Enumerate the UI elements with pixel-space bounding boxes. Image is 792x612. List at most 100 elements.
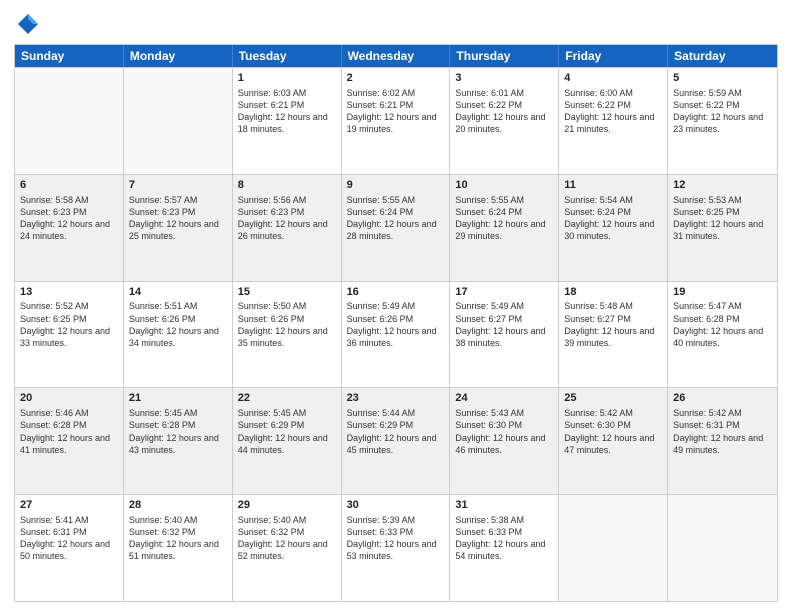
day-header-wednesday: Wednesday (342, 45, 451, 67)
cell-day-number: 29 (238, 498, 336, 513)
cell-info: Sunrise: 5:54 AM Sunset: 6:24 PM Dayligh… (564, 194, 662, 243)
calendar-cell: 14Sunrise: 5:51 AM Sunset: 6:26 PM Dayli… (124, 282, 233, 388)
cell-day-number: 5 (673, 71, 772, 86)
day-header-sunday: Sunday (15, 45, 124, 67)
calendar-cell: 26Sunrise: 5:42 AM Sunset: 6:31 PM Dayli… (668, 388, 777, 494)
calendar-cell: 9Sunrise: 5:55 AM Sunset: 6:24 PM Daylig… (342, 175, 451, 281)
page-header (14, 10, 778, 38)
cell-info: Sunrise: 5:57 AM Sunset: 6:23 PM Dayligh… (129, 194, 227, 243)
cell-day-number: 14 (129, 285, 227, 300)
calendar-cell (15, 68, 124, 174)
cell-day-number: 25 (564, 391, 662, 406)
cell-info: Sunrise: 6:01 AM Sunset: 6:22 PM Dayligh… (455, 87, 553, 136)
cell-info: Sunrise: 5:42 AM Sunset: 6:31 PM Dayligh… (673, 407, 772, 456)
cell-info: Sunrise: 5:46 AM Sunset: 6:28 PM Dayligh… (20, 407, 118, 456)
calendar-week-4: 20Sunrise: 5:46 AM Sunset: 6:28 PM Dayli… (15, 387, 777, 494)
calendar-week-2: 6Sunrise: 5:58 AM Sunset: 6:23 PM Daylig… (15, 174, 777, 281)
logo (14, 10, 46, 38)
calendar-cell: 3Sunrise: 6:01 AM Sunset: 6:22 PM Daylig… (450, 68, 559, 174)
cell-info: Sunrise: 6:00 AM Sunset: 6:22 PM Dayligh… (564, 87, 662, 136)
cell-info: Sunrise: 5:52 AM Sunset: 6:25 PM Dayligh… (20, 300, 118, 349)
calendar-cell: 12Sunrise: 5:53 AM Sunset: 6:25 PM Dayli… (668, 175, 777, 281)
cell-day-number: 9 (347, 178, 445, 193)
calendar-cell: 29Sunrise: 5:40 AM Sunset: 6:32 PM Dayli… (233, 495, 342, 601)
cell-info: Sunrise: 5:43 AM Sunset: 6:30 PM Dayligh… (455, 407, 553, 456)
calendar-week-5: 27Sunrise: 5:41 AM Sunset: 6:31 PM Dayli… (15, 494, 777, 601)
calendar-cell: 21Sunrise: 5:45 AM Sunset: 6:28 PM Dayli… (124, 388, 233, 494)
calendar-cell: 7Sunrise: 5:57 AM Sunset: 6:23 PM Daylig… (124, 175, 233, 281)
cell-info: Sunrise: 5:40 AM Sunset: 6:32 PM Dayligh… (238, 514, 336, 563)
cell-info: Sunrise: 5:40 AM Sunset: 6:32 PM Dayligh… (129, 514, 227, 563)
cell-info: Sunrise: 5:51 AM Sunset: 6:26 PM Dayligh… (129, 300, 227, 349)
cell-info: Sunrise: 5:58 AM Sunset: 6:23 PM Dayligh… (20, 194, 118, 243)
calendar-cell: 19Sunrise: 5:47 AM Sunset: 6:28 PM Dayli… (668, 282, 777, 388)
day-header-saturday: Saturday (668, 45, 777, 67)
cell-day-number: 19 (673, 285, 772, 300)
cell-info: Sunrise: 5:50 AM Sunset: 6:26 PM Dayligh… (238, 300, 336, 349)
calendar-cell: 25Sunrise: 5:42 AM Sunset: 6:30 PM Dayli… (559, 388, 668, 494)
day-header-friday: Friday (559, 45, 668, 67)
cell-info: Sunrise: 5:55 AM Sunset: 6:24 PM Dayligh… (455, 194, 553, 243)
cell-info: Sunrise: 5:45 AM Sunset: 6:29 PM Dayligh… (238, 407, 336, 456)
cell-info: Sunrise: 5:56 AM Sunset: 6:23 PM Dayligh… (238, 194, 336, 243)
calendar-cell: 20Sunrise: 5:46 AM Sunset: 6:28 PM Dayli… (15, 388, 124, 494)
calendar-cell: 13Sunrise: 5:52 AM Sunset: 6:25 PM Dayli… (15, 282, 124, 388)
calendar-cell: 4Sunrise: 6:00 AM Sunset: 6:22 PM Daylig… (559, 68, 668, 174)
day-header-tuesday: Tuesday (233, 45, 342, 67)
calendar-cell: 11Sunrise: 5:54 AM Sunset: 6:24 PM Dayli… (559, 175, 668, 281)
cell-info: Sunrise: 5:53 AM Sunset: 6:25 PM Dayligh… (673, 194, 772, 243)
cell-day-number: 20 (20, 391, 118, 406)
calendar-cell: 27Sunrise: 5:41 AM Sunset: 6:31 PM Dayli… (15, 495, 124, 601)
cell-day-number: 28 (129, 498, 227, 513)
cell-info: Sunrise: 5:42 AM Sunset: 6:30 PM Dayligh… (564, 407, 662, 456)
cell-day-number: 23 (347, 391, 445, 406)
calendar-cell: 31Sunrise: 5:38 AM Sunset: 6:33 PM Dayli… (450, 495, 559, 601)
day-header-monday: Monday (124, 45, 233, 67)
calendar-cell: 24Sunrise: 5:43 AM Sunset: 6:30 PM Dayli… (450, 388, 559, 494)
cell-day-number: 18 (564, 285, 662, 300)
calendar-cell: 8Sunrise: 5:56 AM Sunset: 6:23 PM Daylig… (233, 175, 342, 281)
cell-day-number: 13 (20, 285, 118, 300)
calendar-cell: 1Sunrise: 6:03 AM Sunset: 6:21 PM Daylig… (233, 68, 342, 174)
cell-info: Sunrise: 5:55 AM Sunset: 6:24 PM Dayligh… (347, 194, 445, 243)
calendar-header-row: SundayMondayTuesdayWednesdayThursdayFrid… (15, 45, 777, 67)
cell-info: Sunrise: 5:38 AM Sunset: 6:33 PM Dayligh… (455, 514, 553, 563)
calendar-cell (668, 495, 777, 601)
cell-info: Sunrise: 5:45 AM Sunset: 6:28 PM Dayligh… (129, 407, 227, 456)
cell-day-number: 3 (455, 71, 553, 86)
cell-day-number: 16 (347, 285, 445, 300)
calendar-cell: 30Sunrise: 5:39 AM Sunset: 6:33 PM Dayli… (342, 495, 451, 601)
calendar-cell: 6Sunrise: 5:58 AM Sunset: 6:23 PM Daylig… (15, 175, 124, 281)
cell-info: Sunrise: 5:48 AM Sunset: 6:27 PM Dayligh… (564, 300, 662, 349)
cell-info: Sunrise: 5:41 AM Sunset: 6:31 PM Dayligh… (20, 514, 118, 563)
calendar-cell: 22Sunrise: 5:45 AM Sunset: 6:29 PM Dayli… (233, 388, 342, 494)
cell-day-number: 15 (238, 285, 336, 300)
calendar-cell (124, 68, 233, 174)
cell-info: Sunrise: 5:44 AM Sunset: 6:29 PM Dayligh… (347, 407, 445, 456)
cell-day-number: 11 (564, 178, 662, 193)
calendar-week-1: 1Sunrise: 6:03 AM Sunset: 6:21 PM Daylig… (15, 67, 777, 174)
calendar-cell: 10Sunrise: 5:55 AM Sunset: 6:24 PM Dayli… (450, 175, 559, 281)
cell-day-number: 1 (238, 71, 336, 86)
calendar-cell: 15Sunrise: 5:50 AM Sunset: 6:26 PM Dayli… (233, 282, 342, 388)
cell-day-number: 22 (238, 391, 336, 406)
cell-info: Sunrise: 6:02 AM Sunset: 6:21 PM Dayligh… (347, 87, 445, 136)
cell-day-number: 12 (673, 178, 772, 193)
calendar-cell: 5Sunrise: 5:59 AM Sunset: 6:22 PM Daylig… (668, 68, 777, 174)
cell-day-number: 27 (20, 498, 118, 513)
calendar: SundayMondayTuesdayWednesdayThursdayFrid… (14, 44, 778, 602)
logo-icon (14, 10, 42, 38)
cell-day-number: 17 (455, 285, 553, 300)
calendar-cell: 18Sunrise: 5:48 AM Sunset: 6:27 PM Dayli… (559, 282, 668, 388)
day-header-thursday: Thursday (450, 45, 559, 67)
calendar-cell: 17Sunrise: 5:49 AM Sunset: 6:27 PM Dayli… (450, 282, 559, 388)
calendar-week-3: 13Sunrise: 5:52 AM Sunset: 6:25 PM Dayli… (15, 281, 777, 388)
cell-day-number: 6 (20, 178, 118, 193)
cell-day-number: 4 (564, 71, 662, 86)
calendar-body: 1Sunrise: 6:03 AM Sunset: 6:21 PM Daylig… (15, 67, 777, 601)
cell-info: Sunrise: 5:59 AM Sunset: 6:22 PM Dayligh… (673, 87, 772, 136)
cell-day-number: 7 (129, 178, 227, 193)
cell-info: Sunrise: 6:03 AM Sunset: 6:21 PM Dayligh… (238, 87, 336, 136)
cell-day-number: 8 (238, 178, 336, 193)
calendar-cell: 23Sunrise: 5:44 AM Sunset: 6:29 PM Dayli… (342, 388, 451, 494)
